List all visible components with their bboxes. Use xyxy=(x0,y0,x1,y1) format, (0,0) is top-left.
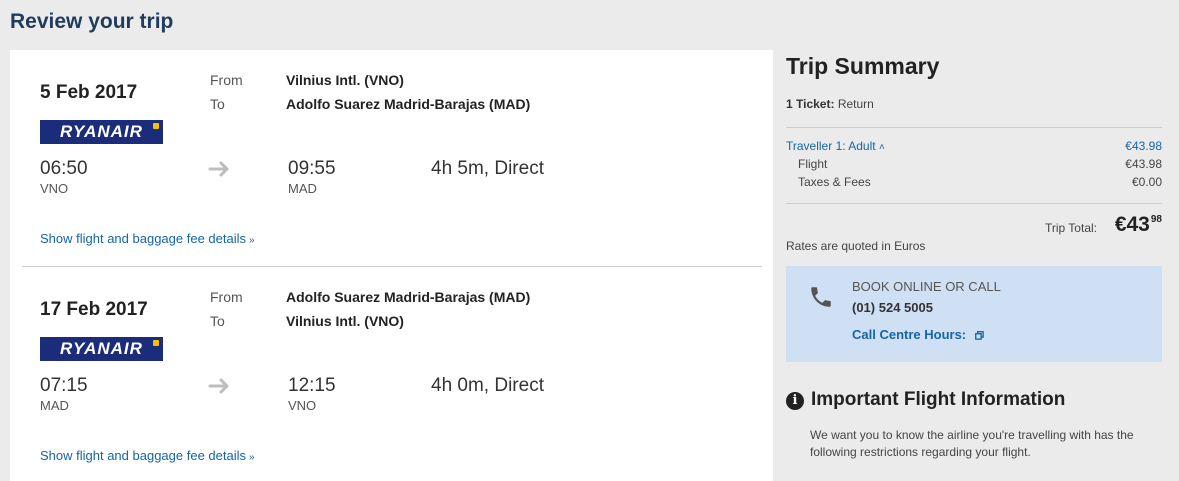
chevron-down-icon: » xyxy=(249,235,255,246)
page-title: Review your trip xyxy=(10,10,174,33)
departure-code: VNO xyxy=(40,181,69,196)
arrow-right-icon xyxy=(208,161,229,177)
arrival-code: MAD xyxy=(288,181,317,196)
phone-icon xyxy=(811,287,831,307)
origin-airport: Vilnius Intl. (VNO) xyxy=(286,72,404,88)
flight-details-link[interactable]: Show flight and baggage fee details» xyxy=(40,231,255,246)
chevron-down-icon: » xyxy=(249,452,255,463)
arrival-time: 09:55 xyxy=(288,158,336,179)
arrival-code: VNO xyxy=(288,398,317,413)
from-label: From xyxy=(210,72,243,88)
flight-duration: 4h 0m, Direct xyxy=(431,375,544,396)
flight-details-link[interactable]: Show flight and baggage fee details» xyxy=(40,448,255,463)
taxes-amount: €0.00 xyxy=(1131,175,1162,189)
call-hours-label: Call Centre Hours: xyxy=(852,327,967,342)
ticket-info: 1 Ticket: Return xyxy=(786,97,874,111)
destination-airport: Adolfo Suarez Madrid-Barajas (MAD) xyxy=(286,96,531,112)
flight-fare-label: Flight xyxy=(798,157,828,171)
total-main: €43 xyxy=(1114,213,1150,236)
call-centre-hours-link[interactable]: Call Centre Hours: xyxy=(852,327,984,342)
to-label: To xyxy=(210,313,225,329)
trip-total-label: Trip Total: xyxy=(1044,221,1097,235)
external-link-icon xyxy=(974,331,984,340)
origin-airport: Adolfo Suarez Madrid-Barajas (MAD) xyxy=(286,289,531,305)
traveller-amount: €43.98 xyxy=(1125,139,1162,153)
taxes-label: Taxes & Fees xyxy=(798,175,871,189)
flight-fare-amount: €43.98 xyxy=(1125,157,1162,171)
traveller-label: Traveller 1: Adult xyxy=(786,139,876,153)
info-icon: i xyxy=(786,392,804,410)
leg-date: 5 Feb 2017 xyxy=(40,82,138,103)
airline-logo: RYANAIR xyxy=(40,120,163,144)
traveller-toggle[interactable]: Traveller 1: Adult ˄ xyxy=(786,139,885,153)
trip-total-amount: €4398 xyxy=(1115,213,1162,237)
divider xyxy=(786,203,1162,204)
destination-airport: Vilnius Intl. (VNO) xyxy=(286,313,404,329)
trip-summary-title: Trip Summary xyxy=(786,53,940,79)
flight-leg-outbound: 5 Feb 2017 RYANAIR From To Vilnius Intl.… xyxy=(10,50,773,266)
details-link-label: Show flight and baggage fee details xyxy=(40,448,246,463)
total-cents: 98 xyxy=(1150,214,1162,225)
ticket-type: Return xyxy=(837,97,874,111)
call-box: BOOK ONLINE OR CALL (01) 524 5005 Call C… xyxy=(786,266,1162,362)
important-info-text: We want you to know the airline you're t… xyxy=(810,428,1134,459)
airline-logo: RYANAIR xyxy=(40,337,163,361)
ticket-count: 1 Ticket: xyxy=(786,97,835,111)
departure-time: 06:50 xyxy=(40,158,88,179)
flight-leg-return: 17 Feb 2017 RYANAIR From To Adolfo Suare… xyxy=(10,267,773,481)
important-info-title: Important Flight Information xyxy=(811,389,1066,410)
leg-date: 17 Feb 2017 xyxy=(40,299,148,320)
flight-duration: 4h 5m, Direct xyxy=(431,158,544,179)
departure-time: 07:15 xyxy=(40,375,88,396)
divider xyxy=(786,127,1162,128)
from-label: From xyxy=(210,289,243,305)
call-label: BOOK ONLINE OR CALL xyxy=(852,279,1001,294)
phone-number[interactable]: (01) 524 5005 xyxy=(852,300,933,315)
chevron-up-icon: ˄ xyxy=(878,142,885,153)
arrow-right-icon xyxy=(208,378,229,394)
details-link-label: Show flight and baggage fee details xyxy=(40,231,246,246)
departure-code: MAD xyxy=(40,398,69,413)
to-label: To xyxy=(210,96,225,112)
trip-summary-panel: Trip Summary 1 Ticket: Return Traveller … xyxy=(774,50,1179,481)
arrival-time: 12:15 xyxy=(288,375,336,396)
rates-note: Rates are quoted in Euros xyxy=(786,239,926,253)
flights-panel: 5 Feb 2017 RYANAIR From To Vilnius Intl.… xyxy=(10,50,773,481)
